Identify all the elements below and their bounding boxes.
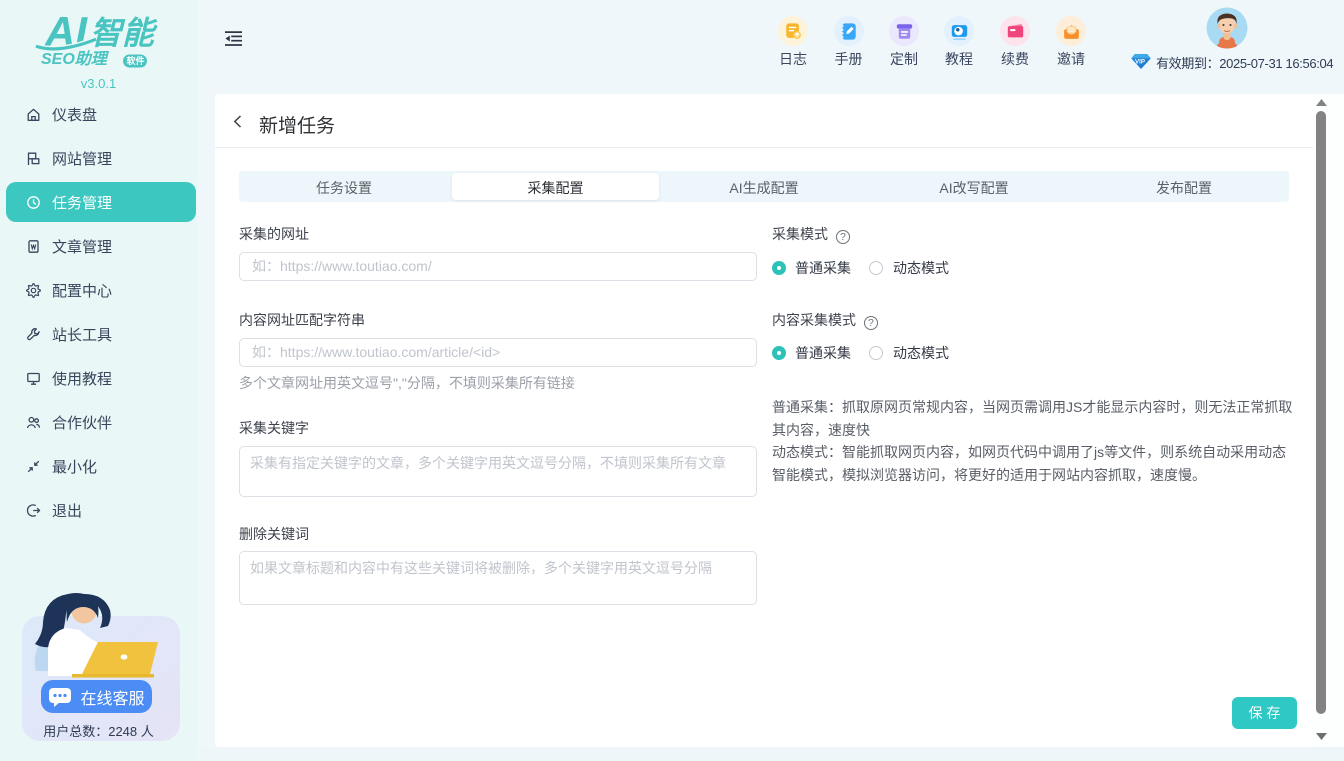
svg-text:SEO助理: SEO助理	[41, 50, 110, 68]
svg-text:VIP: VIP	[1135, 58, 1145, 65]
svg-text:软件: 软件	[127, 55, 145, 66]
svg-text:智能: 智能	[90, 15, 158, 51]
